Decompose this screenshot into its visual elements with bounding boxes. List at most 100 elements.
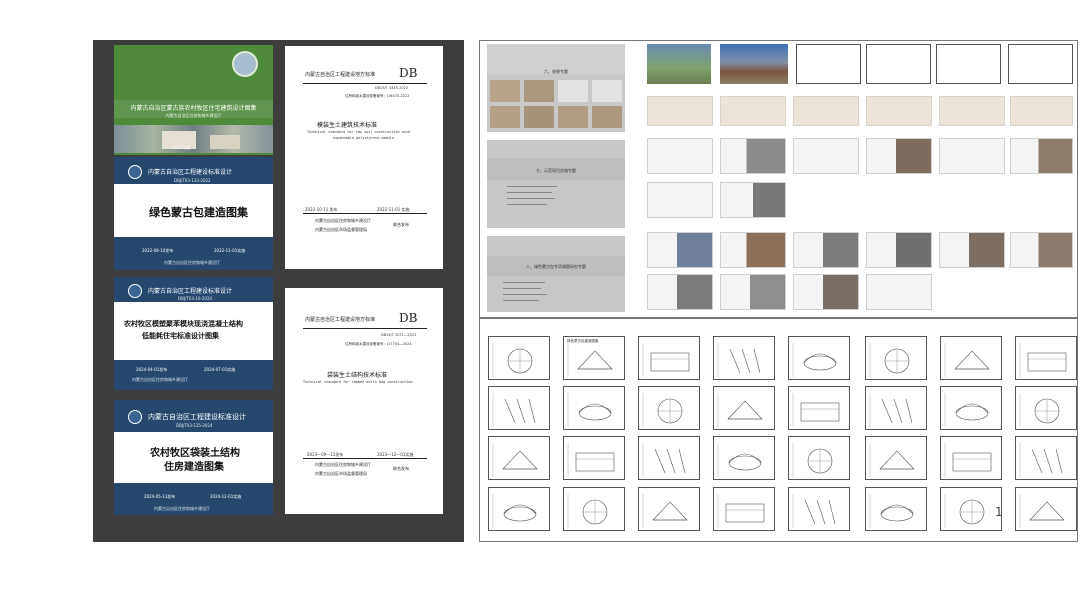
document-page bbox=[647, 182, 713, 218]
drawing-sheet bbox=[788, 436, 850, 480]
drawing-sheet bbox=[865, 336, 927, 380]
drawing-sheet bbox=[788, 336, 850, 380]
implement-date: 2022-11-01实施 bbox=[214, 248, 246, 253]
publish-date: 2022-08-10发布 bbox=[142, 248, 174, 253]
slide-demo-project: 七、示范项目实施专题 bbox=[487, 140, 625, 228]
drawing-sheet bbox=[638, 487, 700, 531]
document-page bbox=[793, 274, 859, 310]
cover-round-photo bbox=[232, 51, 258, 77]
std-filing: 住房和城乡建设部备案号：J16470-2022 bbox=[345, 94, 410, 98]
document-page bbox=[1010, 138, 1073, 174]
blue-cover-book-2: 内蒙古自治区工程建设标准设计 DBJ/T03-10-2024 农村牧区模塑聚苯模… bbox=[114, 277, 273, 390]
blue-cover-header: 内蒙古自治区工程建设标准设计 bbox=[148, 169, 233, 176]
std-header: 内蒙古自治区工程建设地方标准 bbox=[305, 317, 376, 323]
document-page bbox=[647, 274, 713, 310]
drawing-sheet bbox=[713, 386, 775, 430]
issuer-1: 内蒙古自治区住房和城乡建设厅 bbox=[315, 462, 371, 467]
plan-drawing bbox=[866, 44, 931, 84]
rendering-page bbox=[793, 96, 859, 126]
document-page bbox=[720, 274, 786, 310]
document-page bbox=[1010, 232, 1073, 268]
drawing-sheet bbox=[940, 386, 1002, 430]
document-page bbox=[647, 138, 713, 174]
document-page bbox=[720, 232, 786, 268]
drawing-sheet bbox=[563, 436, 625, 480]
blue-cover-title-line1: 农村牧区袋装土结构 bbox=[150, 448, 240, 459]
drawing-sheet bbox=[940, 436, 1002, 480]
std-header: 内蒙古自治区工程建设地方标准 bbox=[305, 72, 376, 78]
drawing-sheet bbox=[638, 436, 700, 480]
drawing-sheet bbox=[940, 336, 1002, 380]
elevation-drawing bbox=[796, 44, 861, 84]
blue-cover-header: 内蒙古自治区工程建设标准设计 bbox=[148, 288, 233, 295]
document-page bbox=[720, 138, 786, 174]
document-page bbox=[866, 274, 932, 310]
drawing-sheet bbox=[865, 436, 927, 480]
blue-cover-title-line2: 低能耗住宅标准设计图集 bbox=[142, 332, 219, 340]
drawing-sheet-label: 绿色蒙古包建造图集 bbox=[567, 339, 599, 343]
page-number: 1 bbox=[995, 505, 1003, 519]
issuer: 内蒙古自治区住房和城乡建设厅 bbox=[154, 506, 210, 511]
std-title: 袋装生土结构技术标准 bbox=[327, 372, 388, 379]
slide-research-topic: 八、绿色蒙古包专项课题研究专题 bbox=[487, 236, 625, 312]
blue-cover-book-3: 内蒙古自治区工程建设标准设计 DBJ/T03-135-2024 农村牧区袋装土结… bbox=[114, 400, 273, 515]
issuer: 内蒙古自治区住房和城乡建设厅 bbox=[164, 260, 220, 265]
blue-cover-book-1: 内蒙古自治区工程建设标准设计 DBJ/T03-133-2022 绿色蒙古包建造图… bbox=[114, 157, 273, 270]
house-photo bbox=[210, 135, 240, 149]
green-cover-edition: 2022年版 bbox=[172, 145, 191, 150]
drawing-sheet bbox=[940, 487, 1002, 531]
drawing-sheet bbox=[865, 487, 927, 531]
document-page bbox=[866, 138, 932, 174]
elevation-drawing bbox=[1008, 44, 1073, 84]
standard-cover-2: 内蒙古自治区工程建设地方标准 DB DB15/T 3071—2023 住房和城乡… bbox=[285, 288, 443, 514]
blue-cover-header: 内蒙古自治区工程建设标准设计 bbox=[148, 413, 246, 421]
drawing-sheet bbox=[563, 386, 625, 430]
document-page bbox=[866, 232, 932, 268]
blue-cover-title: 绿色蒙古包建造图集 bbox=[149, 206, 248, 219]
drawing-sheet bbox=[488, 487, 550, 531]
document-page bbox=[939, 138, 1005, 174]
std-db-mark: DB bbox=[399, 66, 418, 80]
std-english-title-2: expandable polystyrene module bbox=[333, 136, 395, 140]
drawing-sheet bbox=[788, 487, 850, 531]
document-page bbox=[720, 182, 786, 218]
standard-cover-1: 内蒙古自治区工程建设地方标准 DB DB15/T 4445-2022 住房和城乡… bbox=[285, 46, 443, 269]
blue-cover-title-line2: 住房建造图集 bbox=[164, 462, 224, 473]
issuer-1: 内蒙古自治区住房和城乡建设厅 bbox=[315, 218, 371, 223]
issuer: 内蒙古自治区住房和城乡建设厅 bbox=[132, 377, 188, 382]
blue-cover-title-line1: 农村牧区模塑聚苯模块现浇混凝土结构 bbox=[124, 320, 243, 328]
drawing-sheet bbox=[488, 386, 550, 430]
std-title: 模装生土建筑技术标准 bbox=[317, 122, 378, 129]
std-db-mark: DB bbox=[399, 311, 418, 325]
standard-logo-icon bbox=[128, 410, 142, 424]
document-page bbox=[647, 232, 713, 268]
document-page bbox=[793, 138, 859, 174]
publish-date: 2024-04-01发布 bbox=[136, 367, 168, 372]
drawing-sheet bbox=[1015, 436, 1077, 480]
standard-logo-icon bbox=[128, 165, 142, 179]
publish-date: 2024-05-13发布 bbox=[144, 494, 176, 499]
blue-cover-code: DBJ/T03-10-2024 bbox=[178, 296, 213, 301]
drawing-sheet bbox=[1015, 386, 1077, 430]
implement-date: 2024-07-01实施 bbox=[204, 367, 236, 372]
project-photo bbox=[720, 44, 788, 84]
slide-title: 八、绿色蒙古包专项课题研究专题 bbox=[526, 264, 586, 269]
green-cover-subtitle: 内蒙古自治区住房和城乡建设厅 bbox=[165, 113, 222, 118]
drawing-sheet bbox=[1015, 487, 1077, 531]
rendering-page bbox=[1010, 96, 1073, 126]
rendering-page bbox=[866, 96, 932, 126]
slide-title: 七、示范项目实施专题 bbox=[536, 168, 576, 173]
slide-effect-topic: 六、效果专题 bbox=[487, 44, 625, 132]
document-page bbox=[939, 232, 1005, 268]
drawing-sheet bbox=[638, 386, 700, 430]
joint-release: 联合发布 bbox=[393, 222, 409, 227]
rendering-page bbox=[720, 96, 786, 126]
standard-logo-icon bbox=[128, 284, 142, 298]
std-english-title: Technical standard for raw soil construc… bbox=[307, 130, 411, 134]
rendering-page bbox=[647, 96, 713, 126]
drawing-sheet bbox=[865, 386, 927, 430]
implement-date: 2024-12-01实施 bbox=[210, 494, 242, 499]
drawing-sheet bbox=[713, 336, 775, 380]
std-filing: 住房和城乡建设部备案号：J17754—2024 bbox=[345, 342, 412, 346]
drawing-sheet bbox=[1015, 336, 1077, 380]
